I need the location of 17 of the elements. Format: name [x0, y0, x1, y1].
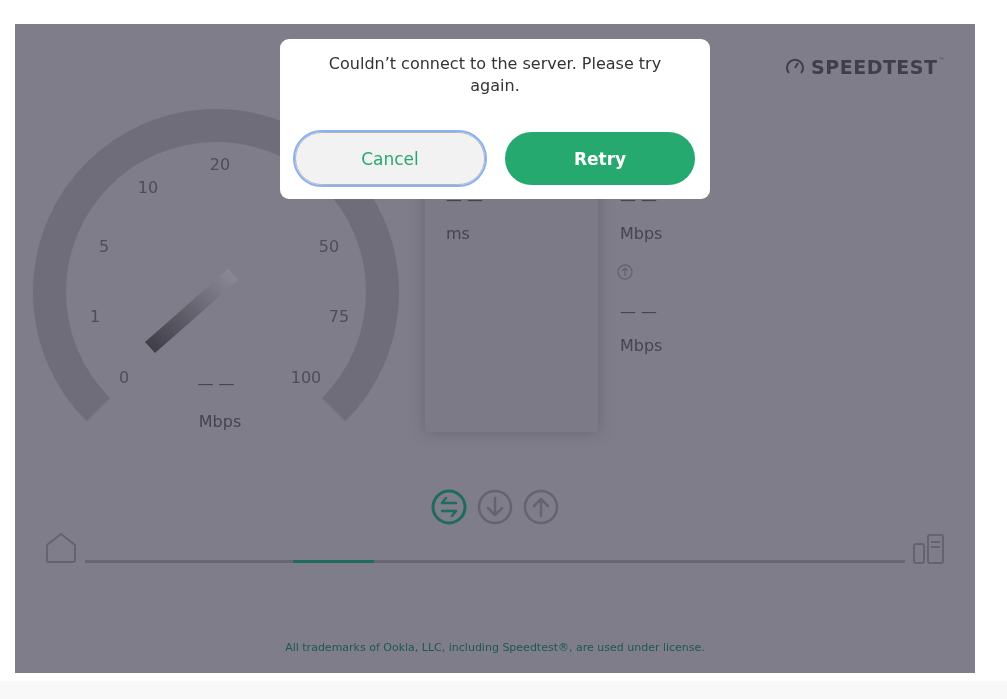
ping-reading: — —: [446, 190, 485, 210]
home-icon: [45, 532, 77, 564]
retry-button[interactable]: Retry: [505, 132, 695, 185]
server-icon: [913, 534, 945, 564]
unit-label: Mbps: [620, 336, 663, 356]
download-reading: — —: [620, 190, 658, 210]
unit-label: Mbps: [198, 411, 242, 431]
unit-label: Mbps: [620, 224, 663, 244]
upload-icon: [617, 264, 633, 280]
speed-reading: — —: [197, 373, 235, 393]
trademark-notice: All trademarks of Ookla, LLC, including Speedtest®, are used under license.: [284, 640, 706, 655]
download-mode-icon[interactable]: [477, 489, 513, 525]
transfer-mode-icon[interactable]: [431, 489, 467, 525]
cancel-button[interactable]: Cancel: [295, 132, 485, 185]
error-message: Couldn’t connect to the server. Please try again.: [327, 53, 663, 97]
upload-mode-icon[interactable]: [523, 489, 559, 525]
upload-reading: — —: [620, 302, 658, 322]
